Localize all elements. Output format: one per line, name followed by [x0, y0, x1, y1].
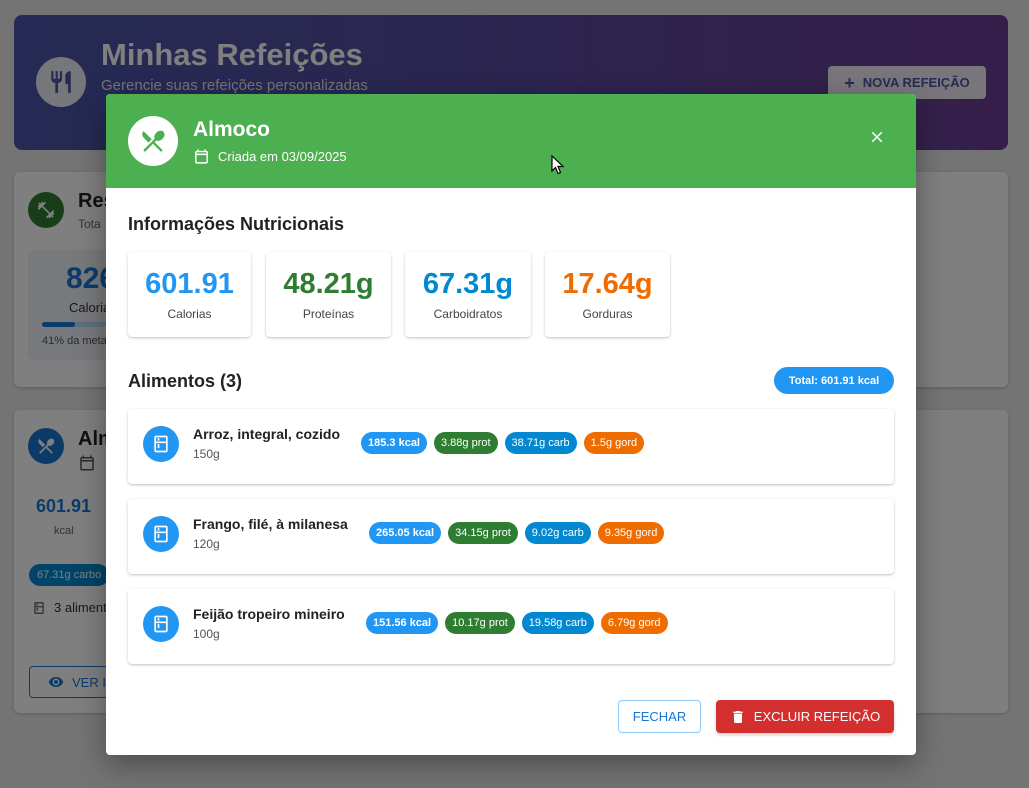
mouse-cursor-icon — [551, 154, 565, 180]
food-item: Frango, filé, à milanesa 120g 265.05 kca… — [128, 499, 894, 574]
protein-chip: 3.88g prot — [434, 432, 498, 454]
delete-meal-label: EXCLUIR REFEIÇÃO — [753, 709, 881, 724]
protein-chip: 34.15g prot — [448, 522, 518, 544]
kcal-chip: 151.56 kcal — [366, 612, 439, 634]
nutrition-label: Calorias — [167, 307, 212, 321]
kcal-chip: 265.05 kcal — [369, 522, 442, 544]
nutrition-label: Proteínas — [302, 307, 355, 321]
food-name: Frango, filé, à milanesa — [193, 516, 348, 532]
food-quantity: 150g — [193, 447, 220, 461]
carb-chip: 19.58g carb — [521, 612, 594, 634]
nutrition-label: Gorduras — [582, 307, 633, 321]
fat-chip: 1.5g gord — [583, 432, 645, 454]
nutrition-value: 67.31g — [422, 268, 514, 300]
food-item: Arroz, integral, cozido 150g 185.3 kcal … — [128, 409, 894, 484]
total-calories-chip: Total: 601.91 kcal — [774, 367, 894, 394]
food-chips: 185.3 kcal 3.88g prot 38.71g carb 1.5g g… — [361, 432, 645, 454]
protein-chip: 10.17g prot — [445, 612, 515, 634]
meal-details-dialog: Almoco Criada em 03/09/2025 Informações … — [106, 94, 916, 755]
fat-chip: 9.35g gord — [597, 522, 665, 544]
nutrition-carbs: 67.31g Carboidratos — [405, 252, 531, 337]
nutrition-protein: 48.21g Proteínas — [266, 252, 391, 337]
carb-chip: 9.02g carb — [524, 522, 591, 544]
nutrition-label: Carboidratos — [433, 307, 503, 321]
kcal-chip: 185.3 kcal — [361, 432, 427, 454]
fridge-icon — [143, 516, 179, 552]
dialog-created-date: Criada em 03/09/2025 — [193, 148, 347, 165]
nutrition-fat: 17.64g Gorduras — [545, 252, 670, 337]
food-name: Arroz, integral, cozido — [193, 426, 341, 442]
trash-icon — [733, 710, 743, 723]
carb-chip: 38.71g carb — [504, 432, 577, 454]
foods-title: Alimentos (3) — [128, 371, 243, 391]
food-name: Feijão tropeiro mineiro — [193, 606, 345, 622]
nutrition-calories: 601.91 Calorias — [128, 252, 251, 337]
food-quantity: 100g — [193, 627, 220, 641]
utensils-icon — [128, 116, 178, 166]
calendar-icon — [195, 149, 208, 164]
nutrition-value: 17.64g — [562, 268, 653, 300]
food-item: Feijão tropeiro mineiro 100g 151.56 kcal… — [128, 589, 894, 664]
fridge-icon — [143, 426, 179, 462]
dialog-header: Almoco Criada em 03/09/2025 — [106, 94, 916, 188]
delete-meal-button[interactable]: EXCLUIR REFEIÇÃO — [716, 700, 894, 733]
dialog-title: Almoco — [193, 118, 271, 141]
created-date-text: Criada em 03/09/2025 — [218, 149, 347, 164]
nutrition-value: 601.91 — [145, 268, 234, 300]
food-quantity: 120g — [193, 537, 220, 551]
nutrition-title: Informações Nutricionais — [128, 214, 345, 234]
food-chips: 151.56 kcal 10.17g prot 19.58g carb 6.79… — [366, 612, 668, 634]
nutrition-value: 48.21g — [283, 268, 374, 300]
fridge-icon — [143, 606, 179, 642]
close-icon[interactable] — [864, 124, 890, 150]
close-button[interactable]: FECHAR — [618, 700, 701, 733]
fat-chip: 6.79g gord — [600, 612, 668, 634]
food-chips: 265.05 kcal 34.15g prot 9.02g carb 9.35g… — [369, 522, 665, 544]
